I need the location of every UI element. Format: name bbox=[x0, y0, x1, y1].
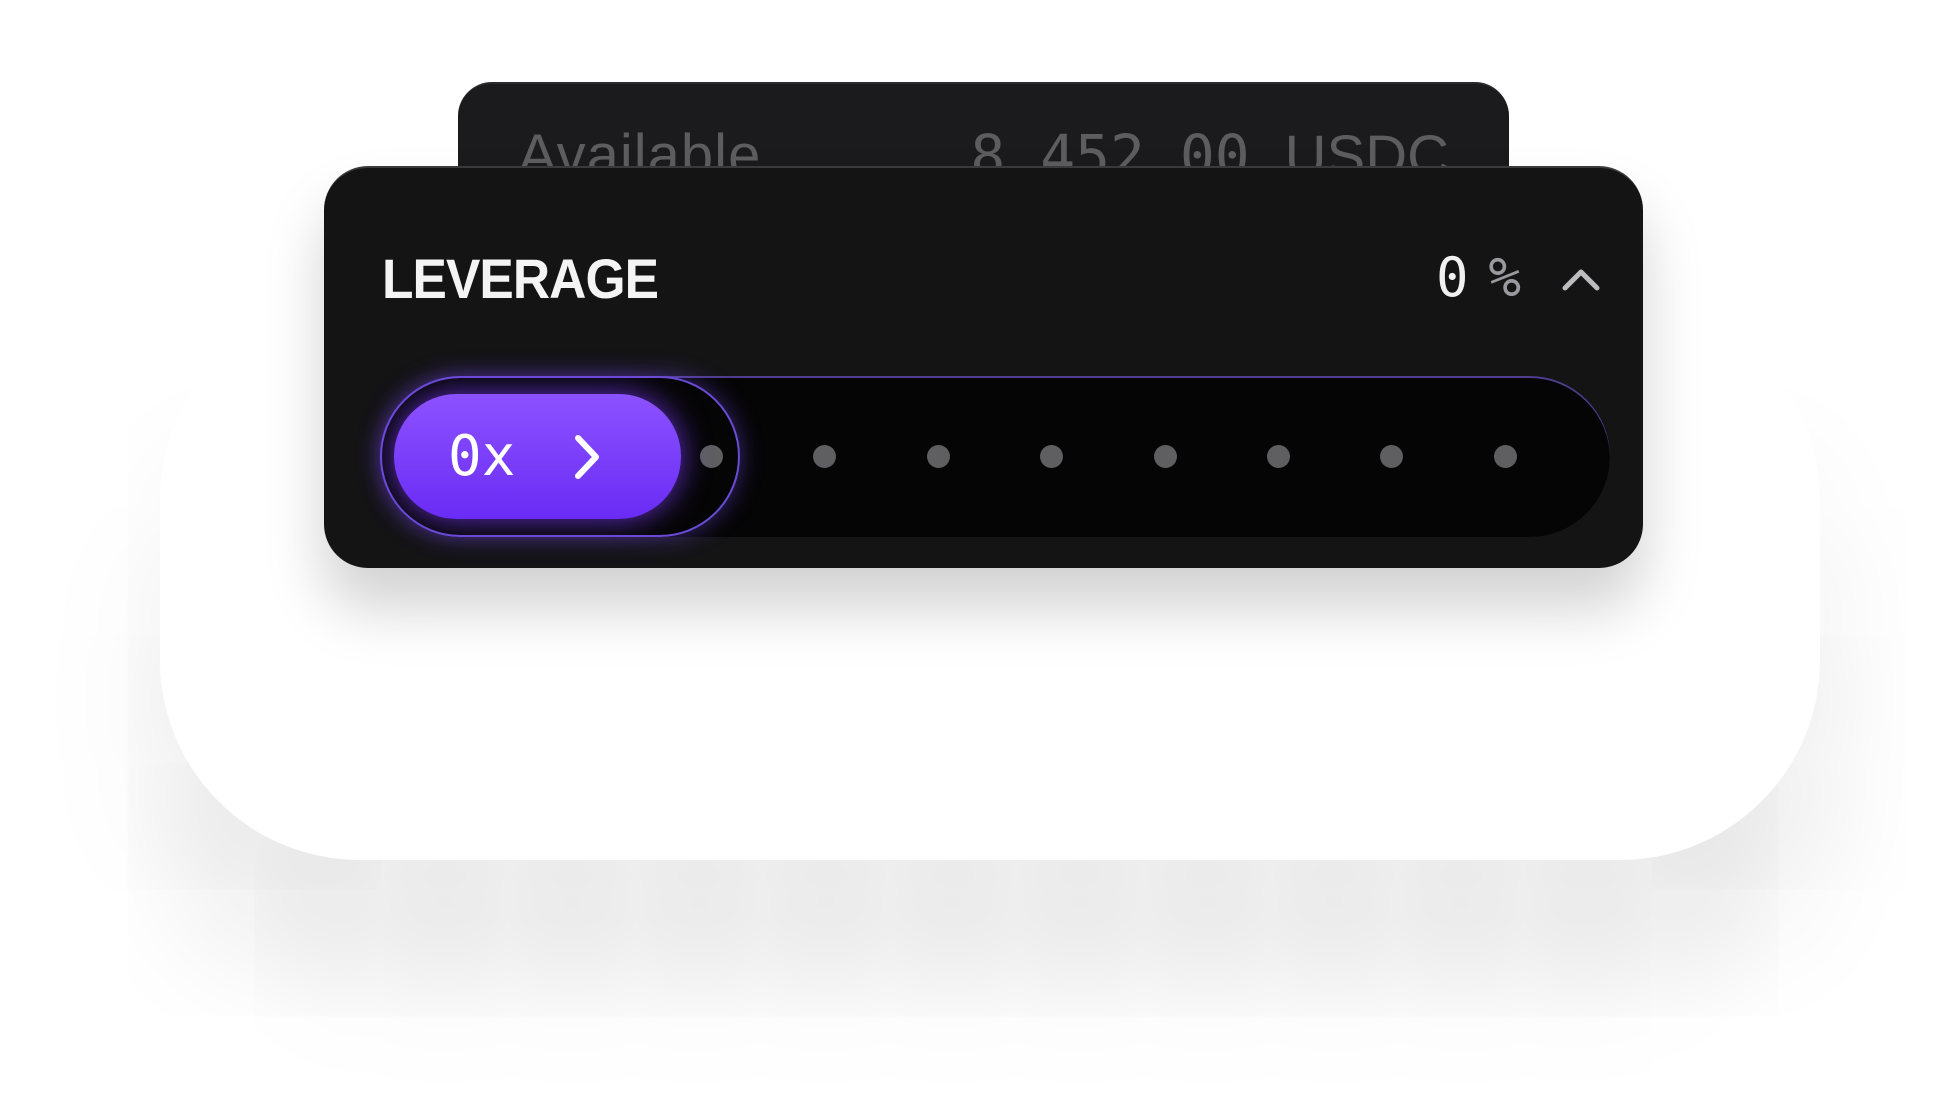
leverage-percent-value: 0 bbox=[1435, 246, 1469, 309]
leverage-card: LEVERAGE 0% 0x bbox=[324, 166, 1643, 568]
slider-step-dot[interactable] bbox=[1380, 445, 1404, 468]
slider-step-dot[interactable] bbox=[700, 445, 723, 468]
slider-step-dot[interactable] bbox=[1040, 445, 1064, 468]
leverage-slider[interactable]: 0x bbox=[380, 376, 1610, 537]
slider-step-dot[interactable] bbox=[1267, 445, 1290, 468]
chevron-right-icon bbox=[575, 435, 599, 479]
chevron-up-icon[interactable] bbox=[1559, 258, 1603, 302]
slider-value-label: 0x bbox=[448, 424, 516, 489]
slider-step-dot[interactable] bbox=[1493, 445, 1517, 468]
leverage-percent: 0% bbox=[1436, 246, 1521, 309]
slider-step-dot[interactable] bbox=[926, 445, 950, 468]
percent-sign: % bbox=[1488, 246, 1521, 309]
slider-step-dot[interactable] bbox=[813, 445, 837, 468]
slider-thumb[interactable]: 0x bbox=[394, 394, 681, 519]
leverage-title: LEVERAGE bbox=[382, 247, 659, 310]
slider-step-dot[interactable] bbox=[1153, 445, 1177, 468]
